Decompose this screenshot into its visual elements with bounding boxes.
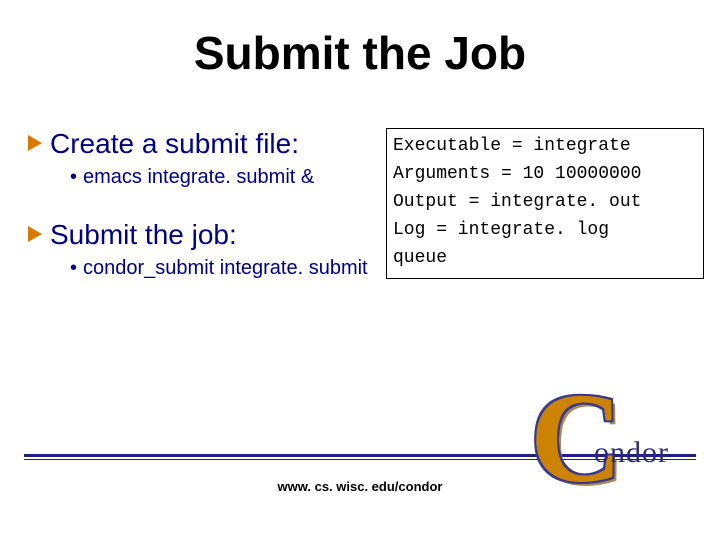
sub-bullet-label: emacs integrate. submit &	[83, 166, 314, 188]
sub-bullet-emacs: • emacs integrate. submit &	[70, 166, 368, 189]
sub-bullet-condor-submit: • condor_submit integrate. submit	[70, 257, 368, 280]
bullet-submit-job: Submit the job:	[28, 219, 368, 251]
arrow-icon	[28, 226, 42, 242]
slide: Submit the Job Create a submit file: • em…	[0, 0, 720, 540]
logo-text-ondor: ondor	[594, 436, 669, 470]
slide-body: Create a submit file: • emacs integrate. …	[28, 128, 368, 310]
bullet-label: Create a submit file:	[50, 128, 299, 159]
bullet-dot-icon: •	[70, 166, 77, 188]
bullet-create-submit-file: Create a submit file:	[28, 128, 368, 160]
code-line: Log = integrate. log	[393, 217, 697, 245]
sub-bullet-label: condor_submit integrate. submit	[83, 257, 368, 279]
submit-file-contents: Executable = integrate Arguments = 10 10…	[386, 128, 704, 279]
slide-title: Submit the Job	[0, 26, 720, 80]
condor-logo: C ondor	[526, 382, 696, 502]
code-line: Executable = integrate	[393, 133, 697, 161]
bullet-dot-icon: •	[70, 257, 77, 279]
code-line: queue	[393, 245, 697, 273]
arrow-icon	[28, 135, 42, 151]
code-line: Arguments = 10 10000000	[393, 161, 697, 189]
bullet-label: Submit the job:	[50, 219, 237, 250]
code-line: Output = integrate. out	[393, 189, 697, 217]
